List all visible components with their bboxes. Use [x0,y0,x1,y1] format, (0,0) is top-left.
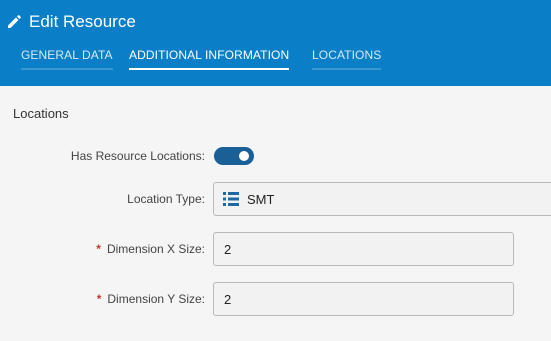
tab-general-data[interactable]: GENERAL DATA [21,48,113,70]
toggle-knob [239,151,249,161]
dimension-x-value: 2 [224,241,232,257]
list-icon [223,192,239,206]
has-locations-label: Has Resource Locations: [70,149,205,163]
dimension-y-value: 2 [224,291,232,307]
title-row: Edit Resource [6,10,136,34]
tab-locations[interactable]: LOCATIONS [312,48,382,70]
dimension-x-label: * Dimension X Size: [96,242,205,256]
required-marker: * [96,242,101,256]
has-locations-toggle[interactable] [214,147,254,165]
required-marker: * [96,292,102,306]
page-title: Edit Resource [29,12,136,31]
location-type-value: SMT [247,191,275,207]
location-type-select[interactable]: SMT [213,182,551,216]
pencil-icon [8,15,21,28]
dimension-y-label: * Dimension Y Size: [97,292,205,306]
location-type-label: Location Type: [127,192,205,206]
section-title: Locations [13,106,69,121]
tab-additional-information[interactable]: ADDITIONAL INFORMATION [129,48,290,70]
dimension-x-label-text: Dimension X Size: [106,242,205,256]
header-bar: Edit Resource GENERAL DATA ADDITIONAL IN… [0,0,551,86]
dimension-y-label-text: Dimension Y Size: [107,292,205,306]
dimension-x-input[interactable]: 2 [213,232,514,266]
dimension-y-input[interactable]: 2 [213,282,514,316]
